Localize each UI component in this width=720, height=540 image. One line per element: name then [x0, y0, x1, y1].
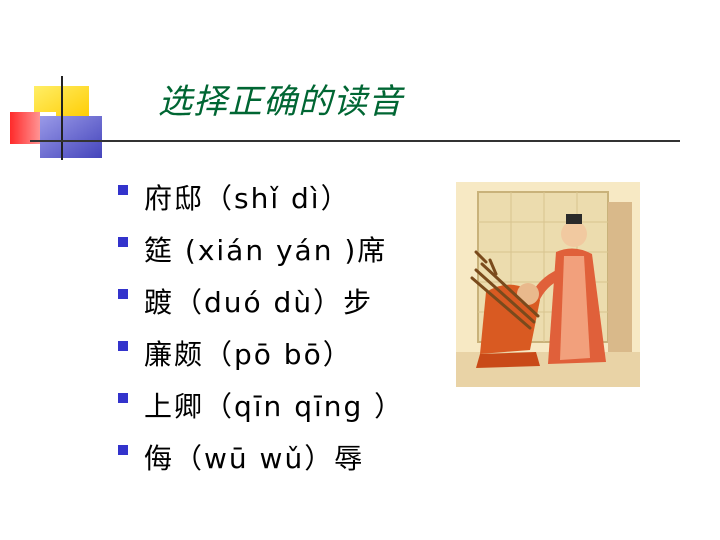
blue-square	[40, 116, 102, 158]
bullet-icon	[118, 185, 128, 195]
bullet-icon	[118, 341, 128, 351]
list-item-text: 侮（wū wǔ）辱	[144, 442, 365, 475]
list-item-text: 廉颇（pō bō）	[144, 338, 353, 371]
slide-title: 选择正确的读音	[158, 82, 403, 122]
bullet-icon	[118, 393, 128, 403]
list-item-text: 上卿（qīn qīng ）	[144, 390, 405, 423]
bullet-icon	[118, 289, 128, 299]
list-item-text: 筵 (xián yán )席	[144, 234, 388, 267]
list-item-text: 踱（duó dù）步	[144, 286, 374, 319]
historical-figures-illustration	[456, 182, 640, 387]
list-item-text: 府邸（shǐ dì）	[144, 182, 351, 215]
bullet-icon	[118, 445, 128, 455]
decorative-squares	[10, 76, 102, 160]
bullet-icon	[118, 237, 128, 247]
title-divider	[30, 140, 680, 142]
